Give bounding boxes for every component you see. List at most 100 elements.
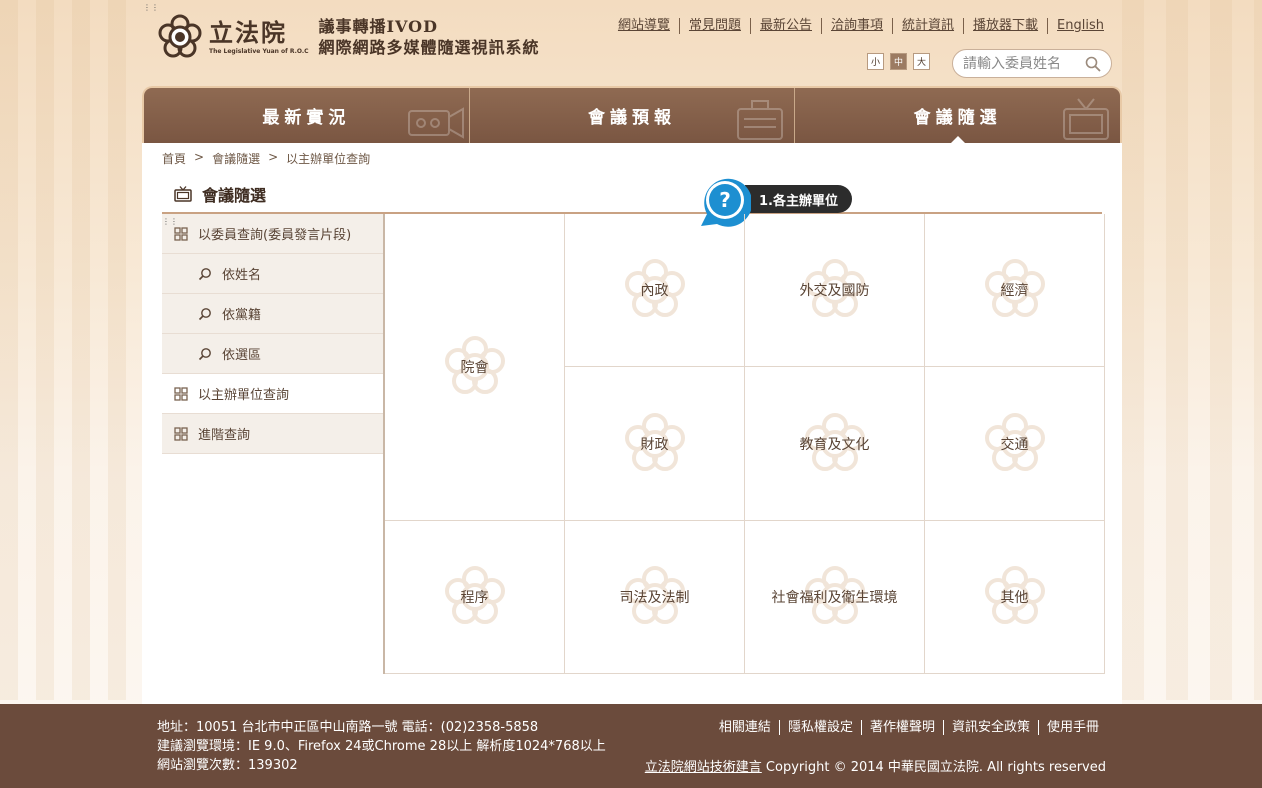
grid-icon (174, 426, 188, 441)
tab-meeting-on-demand[interactable]: 會議隨選 (795, 88, 1121, 143)
system-title-line1: 議事轉播IVOD (318, 17, 438, 36)
footer-copyright: 立法院網站技術建言 Copyright © 2014 中華民國立法院. All … (645, 756, 1106, 775)
background-decoration-left (0, 0, 140, 700)
link-statistics[interactable]: 統計資訊 (893, 18, 965, 34)
committee-grid: 院會 內政 外交及國防 經濟 財政 教育及文化 交通 程序 司法及法制 社會福利… (383, 214, 1105, 674)
system-title-line2: 網際網路多媒體隨選視訊系統 (318, 38, 540, 57)
link-english[interactable]: English (1048, 18, 1104, 34)
background-decoration-right (1122, 0, 1262, 700)
link-sitemap[interactable]: 網站導覽 (609, 18, 680, 34)
footer-link-security-policy[interactable]: 資訊安全政策 (944, 720, 1039, 735)
sidebar-item-label: 依黨籍 (222, 308, 262, 323)
committee-label: 院會 (460, 360, 489, 376)
footer-link-privacy[interactable]: 隱私權設定 (780, 720, 862, 735)
committee-foreign-defense[interactable]: 外交及國防 (745, 214, 925, 367)
committee-label: 經濟 (1000, 283, 1029, 299)
sidebar: ⋮⋮ 以委員查詢(委員發言片段) 依姓名 依黨籍 依選區 以主辦單位查詢 進階查… (162, 214, 383, 454)
committee-economics[interactable]: 經濟 (925, 214, 1105, 367)
committee-label: 教育及文化 (799, 436, 870, 453)
video-camera-icon (407, 107, 464, 139)
footer-link-related[interactable]: 相關連結 (711, 720, 780, 735)
footer-links: 相關連結 隱私權設定 著作權聲明 資訊安全政策 使用手冊 (711, 720, 1099, 735)
font-size-medium-button[interactable]: 中 (890, 53, 907, 70)
breadcrumb-separator: > (268, 150, 279, 164)
breadcrumb-on-demand[interactable]: 會議隨選 (212, 150, 260, 167)
committee-other[interactable]: 其他 (925, 521, 1105, 674)
committee-label: 內政 (640, 283, 669, 299)
footer-tech-suggestion-link[interactable]: 立法院網站技術建言 (645, 760, 762, 775)
legislative-yuan-emblem-icon (158, 14, 202, 58)
committee-label: 交通 (1000, 436, 1029, 453)
link-faq[interactable]: 常見問題 (680, 18, 751, 34)
font-size-small-button[interactable]: 小 (867, 53, 884, 70)
sidebar-item-by-organizer[interactable]: 以主辦單位查詢 (162, 374, 383, 414)
committee-transportation[interactable]: 交通 (925, 367, 1105, 521)
committee-social-welfare[interactable]: 社會福利及衛生環境 (745, 521, 925, 674)
sidebar-item-label: 依選區 (222, 348, 262, 363)
committee-label: 程序 (460, 590, 489, 606)
committee-judiciary[interactable]: 司法及法制 (565, 521, 745, 674)
tab-live-label: 最新實況 (262, 108, 351, 128)
committee-finance[interactable]: 財政 (565, 367, 745, 521)
link-player-download[interactable]: 播放器下載 (964, 18, 1049, 34)
footer: 地址：10051 台北市中正區中山南路一號 電話：(02)2358-5858 建… (0, 704, 1262, 788)
drag-handle-icon: ⋮⋮ (143, 3, 159, 12)
magnifier-icon (198, 347, 211, 360)
sidebar-item-advanced-search[interactable]: 進階查詢 (162, 414, 383, 454)
footer-browser-requirements: 建議瀏覽環境：IE 9.0、Firefox 24或Chrome 28以上 解析度… (157, 739, 606, 754)
tab-on-demand-label: 會議隨選 (913, 108, 1002, 128)
sidebar-item-by-legislator[interactable]: 以委員查詢(委員發言片段) (162, 214, 383, 254)
font-size-selector: 小 中 大 (867, 53, 930, 70)
header: ⋮⋮ 立法院 The Legislative Yuan of R.O.C 議事轉… (0, 0, 1262, 86)
search-icon[interactable] (1085, 56, 1101, 72)
footer-copyright-text: Copyright © 2014 中華民國立法院. All rights res… (761, 760, 1106, 775)
section-header: 會議隨選 (162, 176, 1102, 214)
tab-meeting-forecast[interactable]: 會議預報 (469, 88, 796, 143)
breadcrumb-separator: > (194, 150, 205, 164)
svg-text:?: ? (719, 188, 731, 212)
magnifier-icon (198, 307, 211, 320)
logo-english-name: The Legislative Yuan of R.O.C (209, 47, 309, 55)
drag-handle-icon: ⋮⋮ (162, 218, 178, 226)
footer-link-copyright[interactable]: 著作權聲明 (862, 720, 944, 735)
grid-icon (174, 226, 188, 241)
site-logo[interactable]: 立法院 The Legislative Yuan of R.O.C 議事轉播IV… (157, 14, 540, 60)
sidebar-item-label: 以委員查詢(委員發言片段) (198, 228, 352, 243)
link-news[interactable]: 最新公告 (751, 18, 822, 34)
footer-link-manual[interactable]: 使用手冊 (1039, 720, 1099, 735)
footer-visit-count: 網站瀏覽次數：139302 (157, 758, 298, 773)
tab-forecast-label: 會議預報 (588, 108, 676, 128)
sidebar-item-by-district[interactable]: 依選區 (162, 334, 383, 374)
font-size-large-button[interactable]: 大 (913, 53, 930, 70)
sidebar-item-label: 進階查詢 (198, 428, 251, 443)
sidebar-item-by-name[interactable]: 依姓名 (162, 254, 383, 294)
committee-procedure[interactable]: 程序 (385, 521, 565, 674)
top-links: 網站導覽 常見問題 最新公告 洽詢事項 統計資訊 播放器下載 English (609, 18, 1104, 34)
committee-interior[interactable]: 內政 (565, 214, 745, 367)
committee-education-culture[interactable]: 教育及文化 (745, 367, 925, 521)
sidebar-item-label: 依姓名 (222, 268, 262, 283)
section-title: 會議隨選 (202, 186, 267, 205)
main-nav-tabs: 最新實況 會議預報 會議隨選 (142, 86, 1122, 143)
grid-icon (174, 386, 188, 401)
committee-label: 外交及國防 (799, 283, 870, 299)
sidebar-item-label: 以主辦單位查詢 (198, 388, 290, 403)
link-contact[interactable]: 洽詢事項 (822, 18, 894, 34)
committee-label: 社會福利及衛生環境 (771, 590, 898, 606)
committee-label: 司法及法制 (619, 590, 690, 606)
breadcrumb-home[interactable]: 首頁 (162, 150, 186, 167)
legislator-search (952, 49, 1112, 78)
breadcrumb: 首頁 > 會議隨選 > 以主辦單位查詢 (162, 150, 370, 167)
magnifier-icon (198, 267, 211, 280)
committee-label: 財政 (640, 436, 669, 453)
committee-label: 其他 (1000, 590, 1029, 606)
tv-icon (174, 186, 192, 202)
logo-chinese-name: 立法院 (209, 17, 287, 47)
main-content: 最新實況 會議預報 會議隨選 首頁 > 會議隨選 > 以主辦單位查詢 會議隨選 … (142, 86, 1122, 704)
television-icon (1063, 98, 1110, 140)
tab-live[interactable]: 最新實況 (144, 88, 470, 143)
sidebar-item-by-party[interactable]: 依黨籍 (162, 294, 383, 334)
breadcrumb-current: 以主辦單位查詢 (286, 152, 371, 166)
legislator-search-input[interactable] (963, 55, 1081, 72)
committee-plenary[interactable]: 院會 (385, 214, 565, 521)
